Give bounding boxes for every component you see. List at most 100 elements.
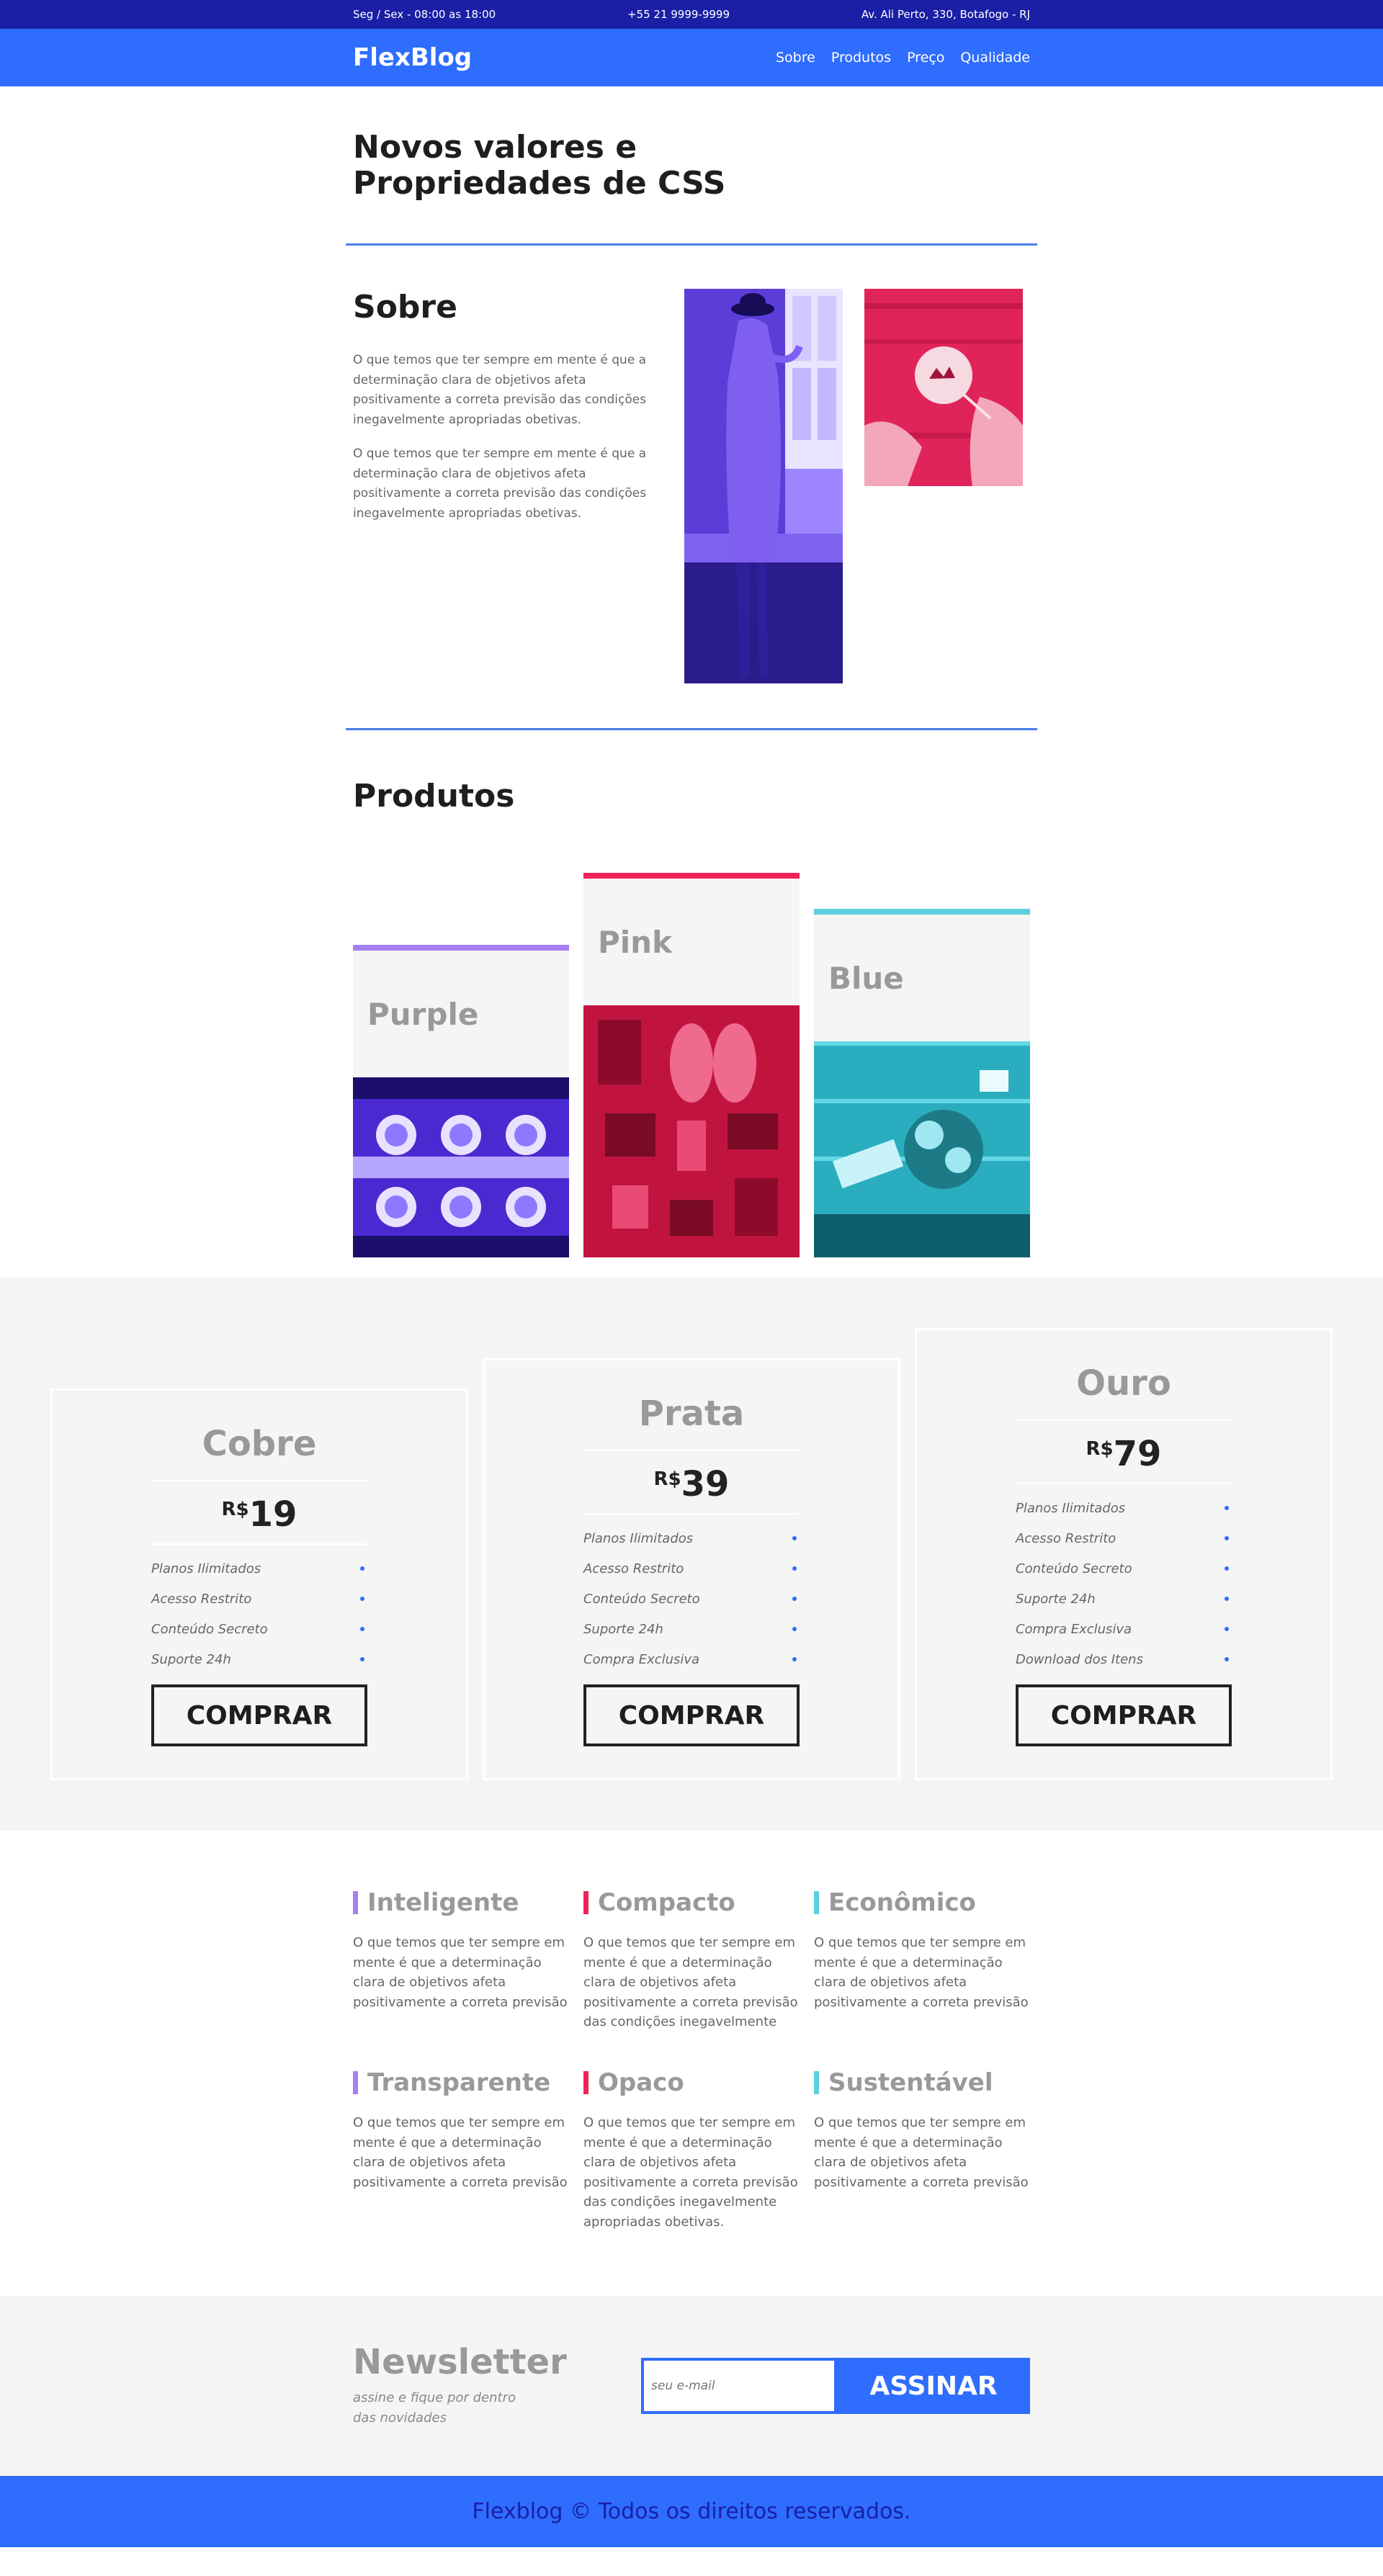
quality-title: Transparente bbox=[353, 2068, 569, 2097]
page-title: Novos valores e Propriedades de CSS bbox=[353, 129, 726, 202]
nav-link-qualidade[interactable]: Qualidade bbox=[960, 50, 1030, 66]
product-name: Blue bbox=[828, 961, 904, 996]
bullet-dot-icon bbox=[792, 1566, 797, 1571]
quality-text: O que temos que ter sempre em mente é qu… bbox=[583, 2115, 798, 2230]
desk-flowers-photo bbox=[814, 1041, 1030, 1257]
feature-list: Planos Ilimitados Acesso Restrito Conteú… bbox=[1016, 1484, 1232, 1674]
product-card-blue[interactable]: Blue bbox=[814, 909, 1030, 1260]
currency-symbol: R$ bbox=[1086, 1438, 1114, 1460]
sobre-paragraph: O que temos que ter sempre em mente é qu… bbox=[353, 353, 647, 427]
produtos-section: Produtos Purple Pink Blue bbox=[0, 730, 1383, 1278]
quality-item: Compacto O que temos que ter sempre em m… bbox=[583, 1888, 800, 2032]
quality-text: O que temos que ter sempre em mente é qu… bbox=[583, 1935, 798, 2029]
price-value: 39 bbox=[681, 1464, 730, 1504]
pricing-card-prata: Prata R$39 Planos Ilimitados Acesso Rest… bbox=[483, 1358, 900, 1780]
email-input[interactable] bbox=[641, 2358, 837, 2414]
accent-bar bbox=[353, 2071, 358, 2094]
main-nav: Sobre Produtos Preço Qualidade bbox=[776, 50, 1030, 66]
quality-item: Opaco O que temos que ter sempre em ment… bbox=[583, 2068, 800, 2232]
sobre-paragraph: O que temos que ter sempre em mente é qu… bbox=[353, 446, 647, 521]
newsletter-title: Newsletter bbox=[353, 2342, 567, 2382]
feature-item: Suporte 24h bbox=[583, 1614, 800, 1644]
quality-text: O que temos que ter sempre em mente é qu… bbox=[814, 1935, 1029, 2010]
feature-item: Planos Ilimitados bbox=[151, 1553, 367, 1584]
bullet-dot-icon bbox=[792, 1657, 797, 1661]
price-value: 19 bbox=[249, 1494, 297, 1535]
bullet-dot-icon bbox=[1225, 1627, 1229, 1631]
plan-name: Prata bbox=[638, 1394, 745, 1434]
top-info-bar: Seg / Sex - 08:00 as 18:00 +55 21 9999-9… bbox=[0, 0, 1383, 29]
buy-button-ouro[interactable]: COMPRAR bbox=[1016, 1684, 1232, 1746]
feature-list: Planos Ilimitados Acesso Restrito Conteú… bbox=[151, 1545, 367, 1674]
bullet-dot-icon bbox=[1225, 1536, 1229, 1540]
quality-text: O que temos que ter sempre em mente é qu… bbox=[353, 1935, 568, 2010]
address: Av. Ali Perto, 330, Botafogo - RJ bbox=[861, 8, 1030, 21]
site-footer: Flexblog © Todos os direitos reservados. bbox=[0, 2476, 1383, 2547]
newsletter-form: ASSINAR bbox=[641, 2358, 1030, 2414]
logo[interactable]: FlexBlog bbox=[353, 43, 472, 72]
feature-item: Acesso Restrito bbox=[1016, 1523, 1232, 1553]
bullet-dot-icon bbox=[792, 1627, 797, 1631]
quality-title: Sustentável bbox=[814, 2068, 1030, 2097]
bullet-dot-icon bbox=[360, 1627, 364, 1631]
bullet-dot-icon bbox=[1225, 1506, 1229, 1510]
quality-title: Opaco bbox=[583, 2068, 800, 2097]
newsletter-subtitle: assine e fique por dentro das novidades bbox=[353, 2390, 516, 2425]
bullet-dot-icon bbox=[360, 1597, 364, 1601]
quality-item: Transparente O que temos que ter sempre … bbox=[353, 2068, 569, 2192]
accent-bar bbox=[353, 1891, 358, 1914]
bullet-dot-icon bbox=[1225, 1597, 1229, 1601]
sobre-section: Sobre O que temos que ter sempre em ment… bbox=[0, 246, 1383, 730]
flatlay-items-photo bbox=[583, 1005, 800, 1257]
bullet-dot-icon bbox=[360, 1566, 364, 1571]
feature-item: Suporte 24h bbox=[1016, 1584, 1232, 1614]
quality-item: Econômico O que temos que ter sempre em … bbox=[814, 1888, 1030, 2012]
sobre-text: O que temos que ter sempre em mente é qu… bbox=[353, 351, 663, 538]
accent-bar bbox=[814, 1891, 819, 1914]
subscribe-button[interactable]: ASSINAR bbox=[837, 2358, 1030, 2414]
product-card-header: Purple bbox=[353, 945, 569, 1077]
product-card-header: Blue bbox=[814, 909, 1030, 1041]
feature-item: Conteúdo Secreto bbox=[583, 1584, 800, 1614]
quality-item: Sustentável O que temos que ter sempre e… bbox=[814, 2068, 1030, 2192]
product-card-pink[interactable]: Pink bbox=[583, 873, 800, 1260]
intro-section: Novos valores e Propriedades de CSS bbox=[0, 86, 1383, 246]
pricing-card-ouro: Ouro R$79 Planos Ilimitados Acesso Restr… bbox=[915, 1328, 1333, 1780]
quality-title: Econômico bbox=[814, 1888, 1030, 1917]
quality-item: Inteligente O que temos que ter sempre e… bbox=[353, 1888, 569, 2012]
woman-window-photo bbox=[684, 289, 843, 683]
bullet-dot-icon bbox=[1225, 1566, 1229, 1571]
site-header: FlexBlog Sobre Produtos Preço Qualidade bbox=[0, 29, 1383, 86]
qualidades-section: Inteligente O que temos que ter sempre e… bbox=[0, 1831, 1383, 2296]
price-value: 79 bbox=[1113, 1434, 1162, 1474]
nav-link-preco[interactable]: Preço bbox=[907, 50, 944, 66]
product-card-purple[interactable]: Purple bbox=[353, 945, 569, 1260]
plan-price: R$39 bbox=[583, 1451, 800, 1513]
nav-link-produtos[interactable]: Produtos bbox=[831, 50, 891, 66]
product-name: Pink bbox=[598, 925, 673, 960]
feature-item: Compra Exclusiva bbox=[1016, 1614, 1232, 1644]
product-name: Purple bbox=[367, 997, 479, 1032]
pricing-card-cobre: Cobre R$19 Planos Ilimitados Acesso Rest… bbox=[50, 1388, 468, 1780]
plan-name: Ouro bbox=[1076, 1363, 1171, 1404]
feature-item: Acesso Restrito bbox=[151, 1584, 367, 1614]
plan-name: Cobre bbox=[202, 1424, 317, 1464]
feature-item: Download dos Itens bbox=[1016, 1644, 1232, 1674]
nav-link-sobre[interactable]: Sobre bbox=[776, 50, 815, 66]
copyright-text: Flexblog © Todos os direitos reservados. bbox=[472, 2499, 911, 2524]
newsletter-section: Newsletter assine e fique por dentro das… bbox=[0, 2296, 1383, 2476]
accent-bar bbox=[583, 2071, 588, 2094]
feature-item: Conteúdo Secreto bbox=[1016, 1553, 1232, 1584]
quality-text: O que temos que ter sempre em mente é qu… bbox=[353, 2115, 568, 2190]
plan-price: R$19 bbox=[151, 1481, 367, 1543]
phone-number: +55 21 9999-9999 bbox=[627, 8, 730, 21]
buy-button-prata[interactable]: COMPRAR bbox=[583, 1684, 800, 1746]
accent-bar bbox=[583, 1891, 588, 1914]
table-setting-photo bbox=[353, 1077, 569, 1257]
business-hours: Seg / Sex - 08:00 as 18:00 bbox=[353, 8, 496, 21]
buy-button-cobre[interactable]: COMPRAR bbox=[151, 1684, 367, 1746]
produtos-title: Produtos bbox=[353, 778, 515, 814]
bullet-dot-icon bbox=[1225, 1657, 1229, 1661]
accent-bar bbox=[814, 2071, 819, 2094]
pricing-section: Cobre R$19 Planos Ilimitados Acesso Rest… bbox=[0, 1278, 1383, 1831]
